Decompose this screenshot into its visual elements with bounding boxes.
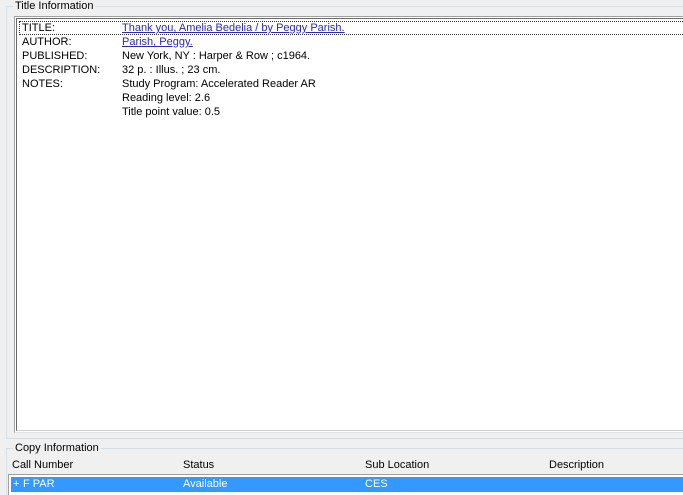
record-label-title: TITLE:: [22, 22, 56, 34]
column-header-sub-location[interactable]: Sub Location: [365, 458, 429, 472]
author-link[interactable]: Parish, Peggy.: [122, 35, 193, 49]
expand-toggle-icon[interactable]: +: [13, 477, 19, 492]
record-value-notes: Study Program: Accelerated Reader AR: [122, 78, 316, 90]
copy-list-header: Call Number Status Sub Location Descript…: [8, 458, 683, 474]
record-value-point-value: Title point value: 0.5: [122, 106, 221, 118]
column-header-call-number[interactable]: Call Number: [12, 458, 73, 472]
record-value-reading-level: Reading level: 2.6: [122, 92, 211, 104]
focus-outline: [19, 21, 683, 35]
title-information-legend: Title Information: [13, 0, 96, 13]
copy-list[interactable]: + F PAR Available CES: [8, 474, 683, 495]
title-record-panel-inner: TITLE: Thank you, Amelia Bedelia / by Pe…: [16, 18, 683, 431]
record-label-author: AUTHOR:: [22, 36, 72, 48]
cell-call-number: F PAR: [23, 478, 55, 490]
cell-status: Available: [183, 478, 228, 490]
record-label-published: PUBLISHED:: [22, 50, 88, 62]
record-label-description: DESCRIPTION:: [22, 64, 101, 76]
record-value-published: New York, NY : Harper & Row ; c1964.: [122, 50, 311, 62]
copy-row-selected[interactable]: + F PAR Available CES: [11, 477, 683, 492]
column-header-description[interactable]: Description: [549, 458, 604, 472]
record-value-description: 32 p. : Illus. ; 23 cm.: [122, 64, 221, 76]
title-link[interactable]: Thank you, Amelia Bedelia / by Peggy Par…: [122, 21, 345, 35]
copy-information-legend: Copy Information: [13, 442, 101, 455]
title-record-panel[interactable]: TITLE: Thank you, Amelia Bedelia / by Pe…: [14, 16, 683, 433]
record-label-notes: NOTES:: [22, 78, 63, 90]
cell-sub-location: CES: [365, 478, 388, 490]
title-details-window: Title Information TITLE: Thank you, Amel…: [0, 0, 683, 495]
column-header-status[interactable]: Status: [183, 458, 214, 472]
